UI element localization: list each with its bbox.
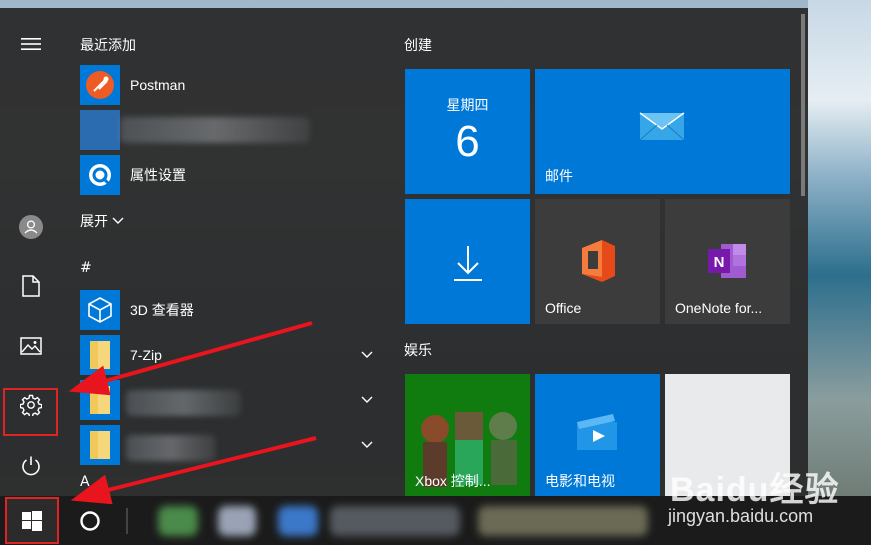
folder-icon xyxy=(80,380,120,420)
folder-icon xyxy=(80,335,120,375)
letter-header-a[interactable]: A xyxy=(80,474,90,490)
document-icon xyxy=(22,275,40,297)
app-label: 属性设置 xyxy=(130,167,186,183)
postman-icon xyxy=(80,65,120,105)
taskbar-app-5[interactable] xyxy=(478,506,648,536)
app-item-7zip[interactable]: 7-Zip xyxy=(80,335,380,375)
expand-label: 展开 xyxy=(80,214,108,230)
start-menu-rail xyxy=(0,8,62,496)
windows-logo-icon xyxy=(22,510,42,531)
onenote-tile-label: OneNote for... xyxy=(675,300,763,316)
svg-text:N: N xyxy=(714,254,725,271)
desktop-wallpaper xyxy=(808,0,871,500)
taskbar-separator xyxy=(126,508,128,534)
cortana-circle-icon xyxy=(80,511,100,531)
power-button[interactable] xyxy=(7,442,55,490)
app-label: Postman xyxy=(130,77,186,93)
taskbar-app-2[interactable] xyxy=(218,506,256,536)
app-item-folder-blurred-1[interactable] xyxy=(80,380,380,420)
cortana-button[interactable] xyxy=(70,502,110,540)
hamburger-icon xyxy=(21,38,41,50)
blurred-app-icon xyxy=(80,110,120,150)
office-icon xyxy=(582,240,615,282)
folder-icon xyxy=(80,425,120,465)
letter-header-hash[interactable]: # xyxy=(80,260,92,276)
blurred-app-label xyxy=(126,435,216,461)
app-label: 3D 查看器 xyxy=(130,302,194,318)
calendar-tile[interactable]: 星期四 6 xyxy=(405,69,530,194)
tile-area: 创建 星期四 6 邮件 Office N OneNote for... 娱乐 X… xyxy=(404,8,794,499)
recently-added-header: 最近添加 xyxy=(80,38,136,54)
app-item-3d-viewer[interactable]: 3D 查看器 xyxy=(80,290,380,330)
start-menu: 最近添加 Postman 属性设置 展开 # 3D 查看器 7-Zip A 创建… xyxy=(0,8,808,499)
app-item-property-settings[interactable]: 属性设置 xyxy=(80,155,380,195)
calendar-weekday: 星期四 xyxy=(446,98,489,114)
app-list: 最近添加 Postman 属性设置 展开 # 3D 查看器 7-Zip A xyxy=(80,8,380,496)
power-icon xyxy=(22,456,40,476)
taskbar-app-1[interactable] xyxy=(158,506,198,536)
watermark-logo: Baidu经验 xyxy=(670,471,840,509)
watermark-url: jingyan.baidu.com xyxy=(668,506,814,526)
user-avatar-icon xyxy=(19,215,43,239)
onenote-tile[interactable]: N OneNote for... xyxy=(665,199,790,324)
start-button[interactable] xyxy=(5,497,59,544)
baidu-watermark: Baidu经验 jingyan.baidu.com xyxy=(660,452,871,545)
group-header-entertainment[interactable]: 娱乐 xyxy=(404,340,432,360)
start-menu-scrollbar[interactable] xyxy=(801,14,805,196)
property-settings-icon xyxy=(80,155,120,195)
expand-button[interactable]: 展开 xyxy=(80,211,124,231)
calendar-day: 6 xyxy=(455,117,480,166)
app-item-folder-blurred-2[interactable] xyxy=(80,425,380,465)
download-icon xyxy=(454,246,482,281)
download-tile[interactable] xyxy=(405,199,530,324)
taskbar-app-3[interactable] xyxy=(278,506,318,536)
app-item-postman[interactable]: Postman xyxy=(80,65,380,105)
blurred-app-label xyxy=(126,390,241,416)
office-tile-label: Office xyxy=(545,300,582,316)
app-label: 7-Zip xyxy=(130,347,162,363)
user-account-button[interactable] xyxy=(7,203,55,251)
xbox-tile[interactable]: Xbox 控制... xyxy=(405,374,530,499)
office-tile[interactable]: Office xyxy=(535,199,660,324)
chevron-down-icon[interactable] xyxy=(360,347,374,361)
group-header-create[interactable]: 创建 xyxy=(404,35,432,55)
movies-tv-icon xyxy=(577,414,617,450)
onenote-icon: N xyxy=(708,244,746,278)
settings-highlight-box xyxy=(3,388,58,436)
movies-tv-tile[interactable]: 电影和电视 xyxy=(535,374,660,499)
picture-icon xyxy=(20,337,42,355)
pictures-button[interactable] xyxy=(7,322,55,370)
chevron-down-icon xyxy=(112,217,124,224)
mail-icon xyxy=(639,112,685,141)
taskbar-app-4[interactable] xyxy=(330,506,460,536)
mail-tile[interactable]: 邮件 xyxy=(535,69,790,194)
chevron-down-icon[interactable] xyxy=(360,437,374,451)
blurred-app-label xyxy=(120,117,310,143)
app-item-blurred[interactable] xyxy=(80,110,380,150)
documents-button[interactable] xyxy=(7,262,55,310)
3d-viewer-icon xyxy=(80,290,120,330)
menu-expand-button[interactable] xyxy=(7,20,55,68)
mail-tile-label: 邮件 xyxy=(545,168,573,184)
movies-tv-tile-label: 电影和电视 xyxy=(545,473,615,489)
chevron-down-icon[interactable] xyxy=(360,392,374,406)
xbox-tile-label: Xbox 控制... xyxy=(415,473,491,489)
